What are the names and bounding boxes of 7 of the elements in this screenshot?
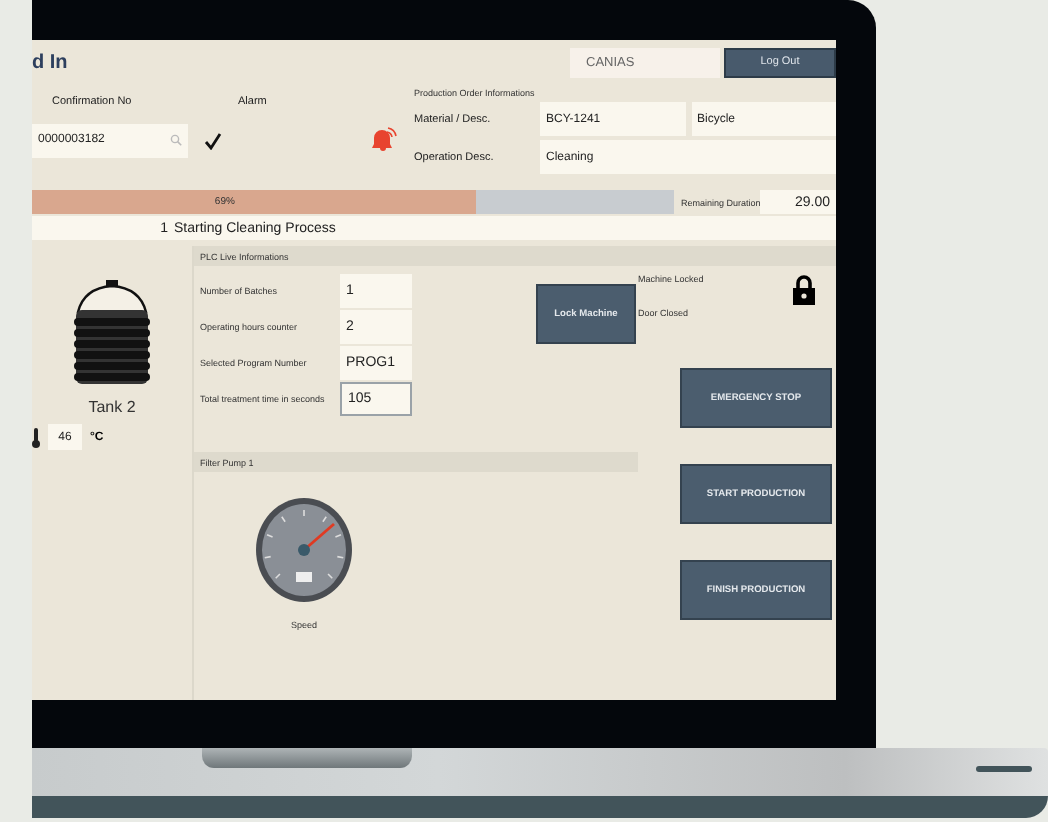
- page-title: d In: [32, 51, 70, 73]
- thermometer-icon: [32, 427, 40, 447]
- tank-icon: [68, 278, 156, 386]
- laptop-slot: [976, 766, 1032, 772]
- tank-name: Tank 2: [88, 398, 136, 416]
- search-icon: [170, 134, 182, 146]
- gauge-drawing: [254, 496, 354, 604]
